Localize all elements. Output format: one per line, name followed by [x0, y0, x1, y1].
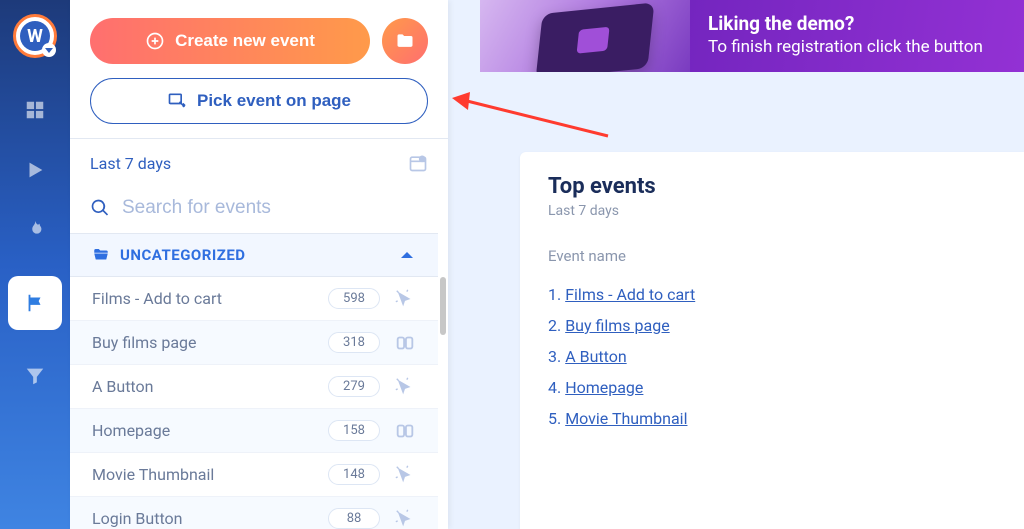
search-icon — [90, 198, 110, 218]
event-item[interactable]: Login Button 88 — [70, 497, 438, 529]
folder-button[interactable] — [382, 18, 428, 64]
folder-open-icon — [92, 246, 110, 264]
event-item-name: Buy films page — [92, 333, 328, 352]
callout-arrow-icon — [448, 88, 618, 148]
grid-icon — [24, 99, 46, 121]
event-list: Films - Add to cart 598 Buy films page 3… — [70, 277, 448, 529]
event-item[interactable]: Films - Add to cart 598 — [70, 277, 438, 321]
event-item-count: 598 — [328, 288, 380, 309]
list-scrollbar[interactable] — [440, 277, 446, 335]
banner-title: Liking the demo? — [708, 12, 1006, 35]
create-event-label: Create new event — [175, 31, 315, 51]
page-link-icon — [394, 332, 416, 354]
category-header[interactable]: UNCATEGORIZED — [70, 233, 438, 277]
event-item-name: Homepage — [92, 421, 328, 440]
cursor-click-icon — [394, 464, 416, 486]
banner-illustration — [480, 0, 690, 72]
pick-event-button[interactable]: Pick event on page — [90, 78, 428, 124]
card-subtitle: Last 7 days — [548, 203, 996, 219]
event-item[interactable]: Buy films page 318 — [70, 321, 438, 365]
nav-play[interactable] — [21, 156, 49, 184]
column-header: Event name — [548, 247, 996, 265]
folder-icon — [395, 31, 415, 51]
top-event-link[interactable]: Movie Thumbnail — [565, 409, 687, 428]
event-item-name: Movie Thumbnail — [92, 465, 328, 484]
calendar-icon[interactable] — [408, 153, 428, 173]
top-event-row: 3. A Button — [548, 341, 996, 372]
event-item-name: Login Button — [92, 509, 328, 528]
app-logo[interactable]: W — [13, 14, 57, 58]
nav-rail: W — [0, 0, 70, 529]
pick-event-label: Pick event on page — [197, 91, 351, 111]
funnel-icon — [24, 365, 46, 387]
event-item[interactable]: A Button 279 — [70, 365, 438, 409]
nav-events[interactable] — [8, 276, 62, 330]
search-input[interactable] — [122, 197, 428, 219]
event-item-count: 88 — [328, 508, 380, 529]
event-item-count: 318 — [328, 332, 380, 353]
event-item-name: Films - Add to cart — [92, 289, 328, 308]
top-event-row: 5. Movie Thumbnail — [548, 403, 996, 434]
logo-caret-icon — [42, 43, 56, 57]
card-title: Top events — [548, 174, 996, 199]
top-events-card: Top events Last 7 days Event name 1. Fil… — [520, 152, 1024, 529]
page-link-icon — [394, 420, 416, 442]
device-icon — [536, 2, 655, 72]
event-item-name: A Button — [92, 377, 328, 396]
flag-icon — [24, 292, 46, 314]
cursor-click-icon — [394, 288, 416, 310]
top-event-row: 2. Buy films page — [548, 310, 996, 341]
plus-circle-icon — [145, 31, 165, 51]
top-event-row: 1. Films - Add to cart — [548, 279, 996, 310]
event-item[interactable]: Homepage 158 — [70, 409, 438, 453]
event-item[interactable]: Movie Thumbnail 148 — [70, 453, 438, 497]
caret-up-icon — [398, 246, 416, 264]
demo-banner[interactable]: Liking the demo? To finish registration … — [480, 0, 1024, 72]
event-item-count: 158 — [328, 420, 380, 441]
top-event-link[interactable]: Films - Add to cart — [565, 285, 695, 304]
category-label: UNCATEGORIZED — [120, 246, 246, 264]
top-event-link[interactable]: A Button — [565, 347, 626, 366]
date-range-label: Last 7 days — [90, 154, 171, 173]
top-events-list: 1. Films - Add to cart 2. Buy films page… — [548, 279, 996, 434]
top-event-link[interactable]: Buy films page — [565, 316, 670, 335]
main-area: Liking the demo? To finish registration … — [448, 0, 1024, 529]
cursor-click-icon — [394, 508, 416, 529]
flame-icon — [24, 219, 46, 241]
nav-dashboard[interactable] — [21, 96, 49, 124]
panel-actions: Create new event Pick event on page — [70, 0, 448, 138]
event-item-count: 279 — [328, 376, 380, 397]
top-event-link[interactable]: Homepage — [565, 378, 643, 397]
nav-funnel[interactable] — [21, 362, 49, 390]
events-panel: Create new event Pick event on page Last… — [70, 0, 448, 529]
date-range-row[interactable]: Last 7 days — [70, 138, 448, 187]
banner-text: Liking the demo? To finish registration … — [690, 0, 1024, 72]
event-item-count: 148 — [328, 464, 380, 485]
banner-subtitle: To finish registration click the button — [708, 37, 1006, 57]
top-event-row: 4. Homepage — [548, 372, 996, 403]
create-event-button[interactable]: Create new event — [90, 18, 370, 64]
search-row — [70, 187, 448, 233]
panel-top-row: Create new event — [90, 18, 428, 64]
nav-trends[interactable] — [21, 216, 49, 244]
play-icon — [24, 159, 46, 181]
picker-icon — [167, 91, 187, 111]
cursor-click-icon — [394, 376, 416, 398]
